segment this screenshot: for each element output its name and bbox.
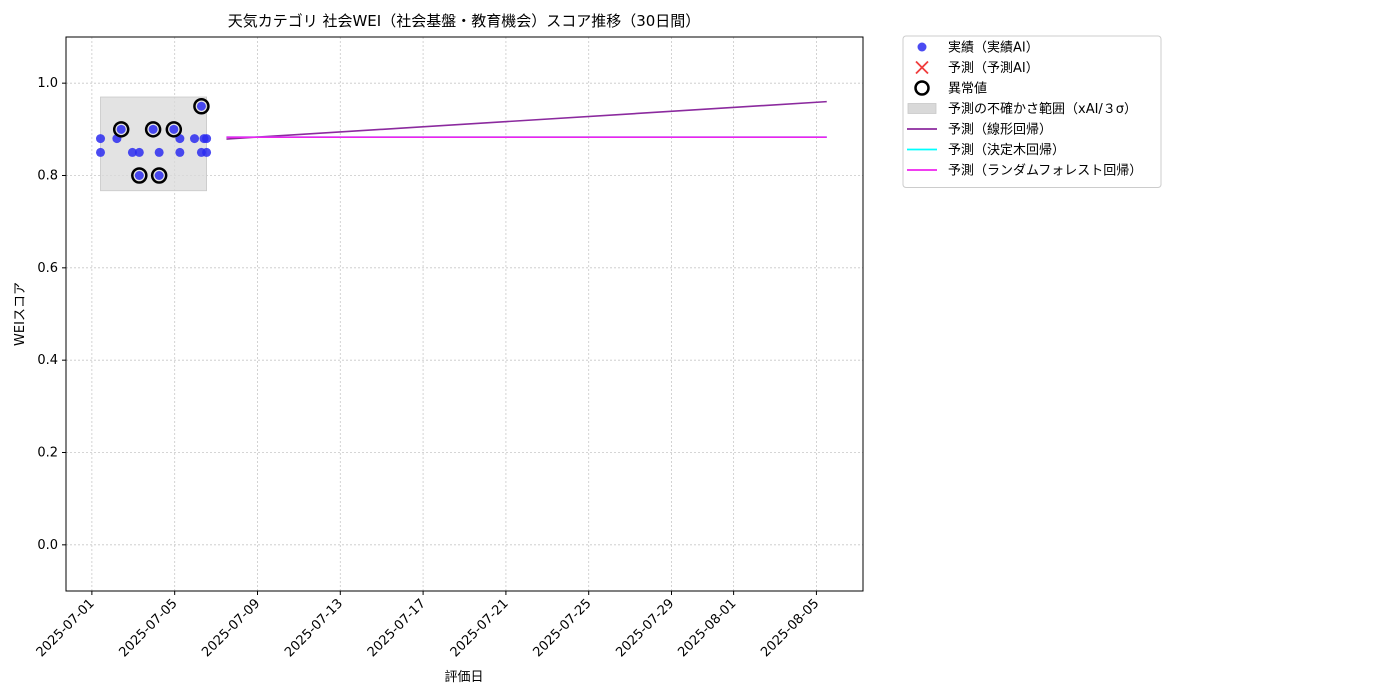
actual-point xyxy=(202,134,212,144)
uncertainty-band xyxy=(100,96,207,192)
forecast-lines-layer xyxy=(226,100,827,140)
legend-label: 予測（線形回帰） xyxy=(948,122,1052,138)
actual-point xyxy=(96,134,106,144)
legend-label: 予測（予測AI） xyxy=(948,61,1039,76)
chart-figure: 天気カテゴリ 社会WEI（社会基盤・教育機会）スコア推移（30日間） 0.0 0.… xyxy=(0,0,1400,700)
actual-point xyxy=(148,124,158,134)
y-tick-label: 0.4 xyxy=(37,353,58,368)
actual-point xyxy=(202,147,212,157)
legend-label: 異常値 xyxy=(948,81,987,97)
legend-marker-band xyxy=(907,103,937,114)
x-tick-label: 2025-07-21 xyxy=(448,596,512,660)
legend-label: 予測（決定木回帰） xyxy=(948,142,1065,158)
legend-label: 予測の不確かさ範囲（xAI/３σ） xyxy=(948,101,1137,117)
x-tick-label: 2025-07-29 xyxy=(613,596,677,660)
actual-point xyxy=(175,147,185,157)
x-tick-label: 2025-08-05 xyxy=(758,596,822,660)
actual-point xyxy=(196,101,206,111)
y-axis-label: WEIスコア xyxy=(13,282,28,346)
actual-point xyxy=(134,147,144,157)
x-tick-label: 2025-07-25 xyxy=(530,596,594,660)
chart-title: 天気カテゴリ 社会WEI（社会基盤・教育機会）スコア推移（30日間） xyxy=(228,12,701,30)
y-tick-label: 0.2 xyxy=(37,446,58,461)
series-line xyxy=(226,100,827,140)
actual-point xyxy=(116,124,126,134)
actual-point xyxy=(154,171,164,180)
uncertainty-band-layer xyxy=(100,96,207,192)
y-tick-label: 0.6 xyxy=(37,261,58,276)
x-axis-label: 評価日 xyxy=(444,670,483,685)
actual-point xyxy=(154,147,164,157)
y-tick-label: 1.0 xyxy=(37,76,58,91)
x-tick-label: 2025-08-01 xyxy=(675,596,739,660)
x-tick-label: 2025-07-17 xyxy=(365,596,429,660)
x-tick-label: 2025-07-01 xyxy=(34,596,98,660)
legend: 実績（実績AI） 予測（予測AI） 異常値予測の不確かさ範囲（xAI/３σ） 予測（線… xyxy=(902,35,1162,188)
legend-marker-actual xyxy=(917,42,927,52)
y-axis-ticks: 0.0 0.2 0.4 0.6 0.8 1.0 xyxy=(37,76,66,553)
x-axis-ticks: 2025-07-01 2025-07-05 2025-07-09 2025-07-13… xyxy=(34,591,822,660)
x-tick-label: 2025-07-05 xyxy=(116,596,180,660)
x-tick-label: 2025-07-13 xyxy=(282,596,346,660)
y-tick-label: 0.8 xyxy=(37,169,58,184)
actual-point xyxy=(96,147,106,157)
x-tick-label: 2025-07-09 xyxy=(199,596,263,660)
y-tick-label: 0.0 xyxy=(37,538,58,553)
actual-point xyxy=(134,171,144,180)
actual-point xyxy=(169,124,179,134)
chart-canvas: 天気カテゴリ 社会WEI（社会基盤・教育機会）スコア推移（30日間） 0.00.… xyxy=(13,12,1162,685)
actual-point xyxy=(190,134,200,144)
legend-label: 予測（ランダムフォレスト回帰） xyxy=(948,163,1142,179)
legend-label: 実績（実績AI） xyxy=(948,40,1039,56)
